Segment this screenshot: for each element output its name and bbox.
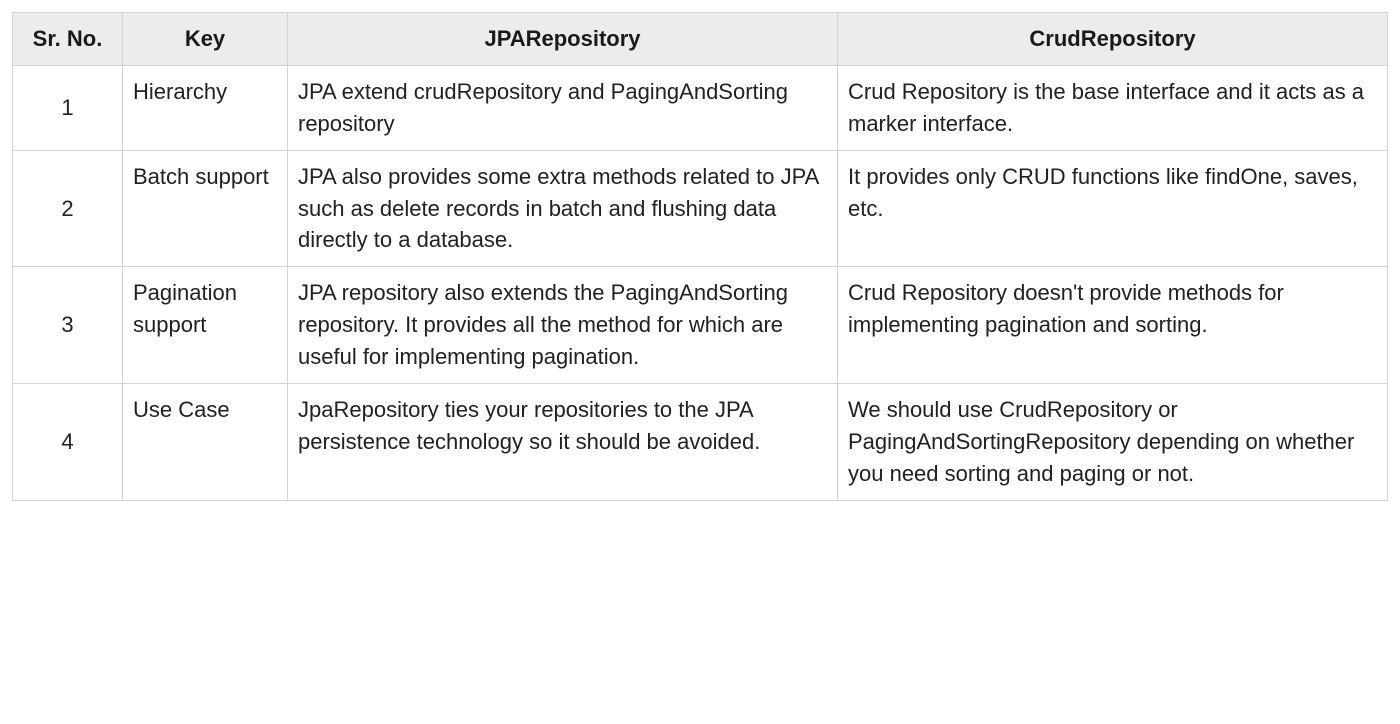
comparison-table: Sr. No. Key JPARepository CrudRepository… [12,12,1388,501]
cell-key: Use Case [123,384,288,501]
header-srno: Sr. No. [13,13,123,66]
table-row: 3 Pagination support JPA repository also… [13,267,1388,384]
cell-crud: We should use CrudRepository or PagingAn… [838,384,1388,501]
table-row: 1 Hierarchy JPA extend crudRepository an… [13,65,1388,150]
cell-srno: 3 [13,267,123,384]
cell-key: Batch support [123,150,288,267]
cell-jpa: JPA also provides some extra methods rel… [288,150,838,267]
cell-srno: 1 [13,65,123,150]
cell-crud: Crud Repository is the base interface an… [838,65,1388,150]
header-jpa: JPARepository [288,13,838,66]
cell-jpa: JPA repository also extends the PagingAn… [288,267,838,384]
table-header-row: Sr. No. Key JPARepository CrudRepository [13,13,1388,66]
cell-srno: 2 [13,150,123,267]
cell-crud: It provides only CRUD functions like fin… [838,150,1388,267]
cell-jpa: JPA extend crudRepository and PagingAndS… [288,65,838,150]
cell-key: Hierarchy [123,65,288,150]
cell-key: Pagination support [123,267,288,384]
cell-srno: 4 [13,384,123,501]
header-key: Key [123,13,288,66]
table-row: 2 Batch support JPA also provides some e… [13,150,1388,267]
header-crud: CrudRepository [838,13,1388,66]
cell-jpa: JpaRepository ties your repositories to … [288,384,838,501]
cell-crud: Crud Repository doesn't provide methods … [838,267,1388,384]
table-row: 4 Use Case JpaRepository ties your repos… [13,384,1388,501]
